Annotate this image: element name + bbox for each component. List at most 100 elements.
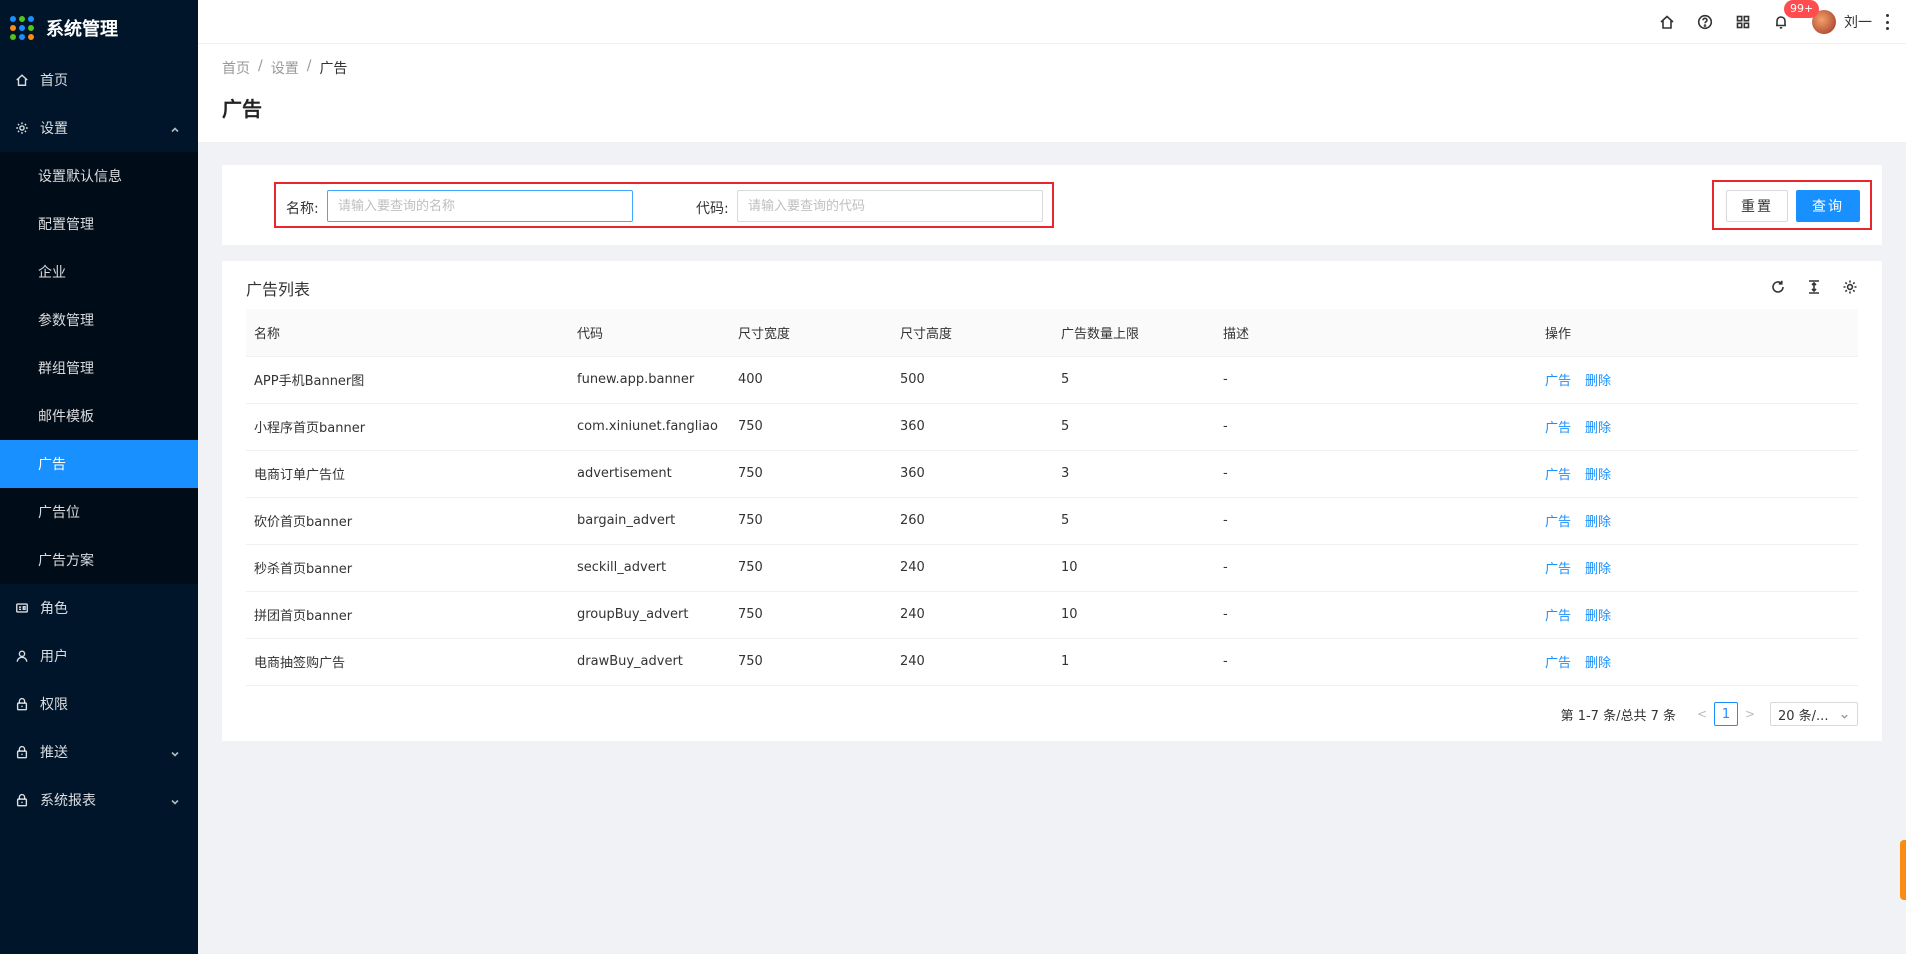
sidebar-item-label: 参数管理	[38, 313, 94, 329]
app-title: 系统管理	[46, 19, 118, 40]
code-search-input[interactable]	[737, 190, 1043, 222]
delete-link[interactable]: 删除	[1585, 656, 1611, 671]
column-header-code[interactable]: 代码	[569, 309, 730, 357]
cell-code: funew.app.banner	[569, 356, 730, 404]
ad-link[interactable]: 广告	[1545, 609, 1571, 624]
cell-height: 360	[892, 403, 1053, 451]
reload-icon	[1772, 280, 1784, 293]
sidebar-item-ad-slots[interactable]: 广告位	[0, 488, 198, 536]
density-button[interactable]	[1796, 275, 1832, 299]
delete-link[interactable]: 删除	[1585, 468, 1611, 483]
sidebar-item-enterprise[interactable]: 企业	[0, 248, 198, 296]
sidebar-item-label: 推送	[40, 745, 68, 761]
next-page-icon[interactable]: >	[1738, 707, 1762, 721]
breadcrumb-home[interactable]: 首页	[222, 58, 250, 78]
sidebar-item-label: 邮件模板	[38, 409, 94, 425]
cell-code: drawBuy_advert	[569, 638, 730, 686]
column-header-limit[interactable]: 广告数量上限	[1053, 309, 1215, 357]
table-toolbar	[1760, 275, 1868, 299]
ad-link[interactable]: 广告	[1545, 656, 1571, 671]
chevron-down-icon	[1840, 710, 1849, 719]
sidebar-item-label: 广告	[38, 457, 66, 473]
sidebar-item-config[interactable]: 配置管理	[0, 200, 198, 248]
bell-icon	[1776, 16, 1786, 29]
ad-link[interactable]: 广告	[1545, 421, 1571, 436]
apps-button[interactable]	[1724, 0, 1762, 44]
prev-page-icon[interactable]: <	[1690, 707, 1714, 721]
sidebar-item-settings[interactable]: 设置	[0, 104, 198, 152]
header-actions: 99+ 刘一	[1648, 0, 1892, 44]
sidebar-item-home[interactable]: 首页	[0, 56, 198, 104]
page-number[interactable]: 1	[1714, 702, 1738, 726]
more-vertical-icon[interactable]	[1882, 14, 1892, 30]
delete-link[interactable]: 删除	[1585, 515, 1611, 530]
sidebar-item-params[interactable]: 参数管理	[0, 296, 198, 344]
sidebar-item-permissions[interactable]: 权限	[0, 680, 198, 728]
sidebar-item-push[interactable]: 推送	[0, 728, 198, 776]
column-header-height[interactable]: 尺寸高度	[892, 309, 1053, 357]
settings-submenu: 设置默认信息 配置管理 企业 参数管理 群组管理 邮件模板 广告 广告位 广告方…	[0, 152, 198, 584]
table-row: 秒杀首页banner seckill_advert 750 240 10 - 广…	[246, 544, 1858, 592]
page-size-value: 20 条/...	[1778, 708, 1829, 724]
cell-limit: 1	[1053, 638, 1215, 686]
column-settings-button[interactable]	[1832, 275, 1868, 299]
column-header-name[interactable]: 名称	[246, 309, 569, 357]
cell-limit: 5	[1053, 497, 1215, 545]
name-search-input[interactable]	[327, 190, 633, 222]
chevron-up-icon	[170, 123, 180, 133]
reset-button[interactable]: 重置	[1726, 190, 1788, 222]
sidebar-item-label: 设置	[40, 121, 68, 137]
sidebar-item-ads[interactable]: 广告	[0, 440, 198, 488]
cell-width: 750	[730, 497, 892, 545]
sidebar-item-ad-plans[interactable]: 广告方案	[0, 536, 198, 584]
column-header-actions: 操作	[1537, 309, 1858, 357]
cell-limit: 5	[1053, 356, 1215, 404]
ad-link[interactable]: 广告	[1545, 515, 1571, 530]
username[interactable]: 刘一	[1844, 12, 1872, 32]
sidebar-item-reports[interactable]: 系统报表	[0, 776, 198, 824]
home-icon	[1660, 15, 1674, 29]
cell-height: 240	[892, 544, 1053, 592]
sidebar-item-label: 设置默认信息	[38, 169, 122, 185]
cell-height: 260	[892, 497, 1053, 545]
cell-desc: -	[1215, 638, 1537, 686]
ad-link[interactable]: 广告	[1545, 468, 1571, 483]
page-header: 首页 / 设置 / 广告 广告	[198, 44, 1906, 142]
cell-limit: 5	[1053, 403, 1215, 451]
cell-actions: 广告 删除	[1537, 591, 1858, 639]
ad-link[interactable]: 广告	[1545, 374, 1571, 389]
delete-link[interactable]: 删除	[1585, 562, 1611, 577]
sidebar-item-default-info[interactable]: 设置默认信息	[0, 152, 198, 200]
breadcrumb-settings[interactable]: 设置	[271, 58, 299, 78]
cell-name: 秒杀首页banner	[246, 544, 569, 592]
delete-link[interactable]: 删除	[1585, 421, 1611, 436]
side-drawer-handle[interactable]	[1900, 840, 1906, 900]
home-icon	[14, 72, 30, 88]
help-button[interactable]	[1686, 0, 1724, 44]
cell-code: seckill_advert	[569, 544, 730, 592]
home-button[interactable]	[1648, 0, 1686, 44]
query-button[interactable]: 查询	[1796, 190, 1860, 222]
breadcrumb-current: 广告	[319, 61, 348, 77]
sidebar-item-mail-templates[interactable]: 邮件模板	[0, 392, 198, 440]
sidebar-item-label: 广告位	[38, 505, 80, 521]
search-fields-highlight: 名称: 代码:	[274, 182, 1054, 228]
cell-desc: -	[1215, 497, 1537, 545]
delete-link[interactable]: 删除	[1585, 609, 1611, 624]
cell-limit: 10	[1053, 544, 1215, 592]
page-size-select[interactable]: 20 条/...	[1770, 702, 1858, 726]
pagination: 第 1-7 条/总共 7 条 < 1 > 20 条/...	[1561, 702, 1858, 726]
notification-button[interactable]: 99+	[1762, 0, 1820, 44]
column-header-width[interactable]: 尺寸宽度	[730, 309, 892, 357]
reload-button[interactable]	[1760, 275, 1796, 299]
sidebar-item-users[interactable]: 用户	[0, 632, 198, 680]
sidebar-item-groups[interactable]: 群组管理	[0, 344, 198, 392]
cell-desc: -	[1215, 450, 1537, 498]
table-row: 拼团首页banner groupBuy_advert 750 240 10 - …	[246, 591, 1858, 639]
ad-link[interactable]: 广告	[1545, 562, 1571, 577]
logo[interactable]: 系统管理	[0, 0, 198, 56]
notification-badge: 99+	[1784, 0, 1820, 18]
sidebar-item-roles[interactable]: 角色	[0, 584, 198, 632]
column-header-desc[interactable]: 描述	[1215, 309, 1537, 357]
delete-link[interactable]: 删除	[1585, 374, 1611, 389]
